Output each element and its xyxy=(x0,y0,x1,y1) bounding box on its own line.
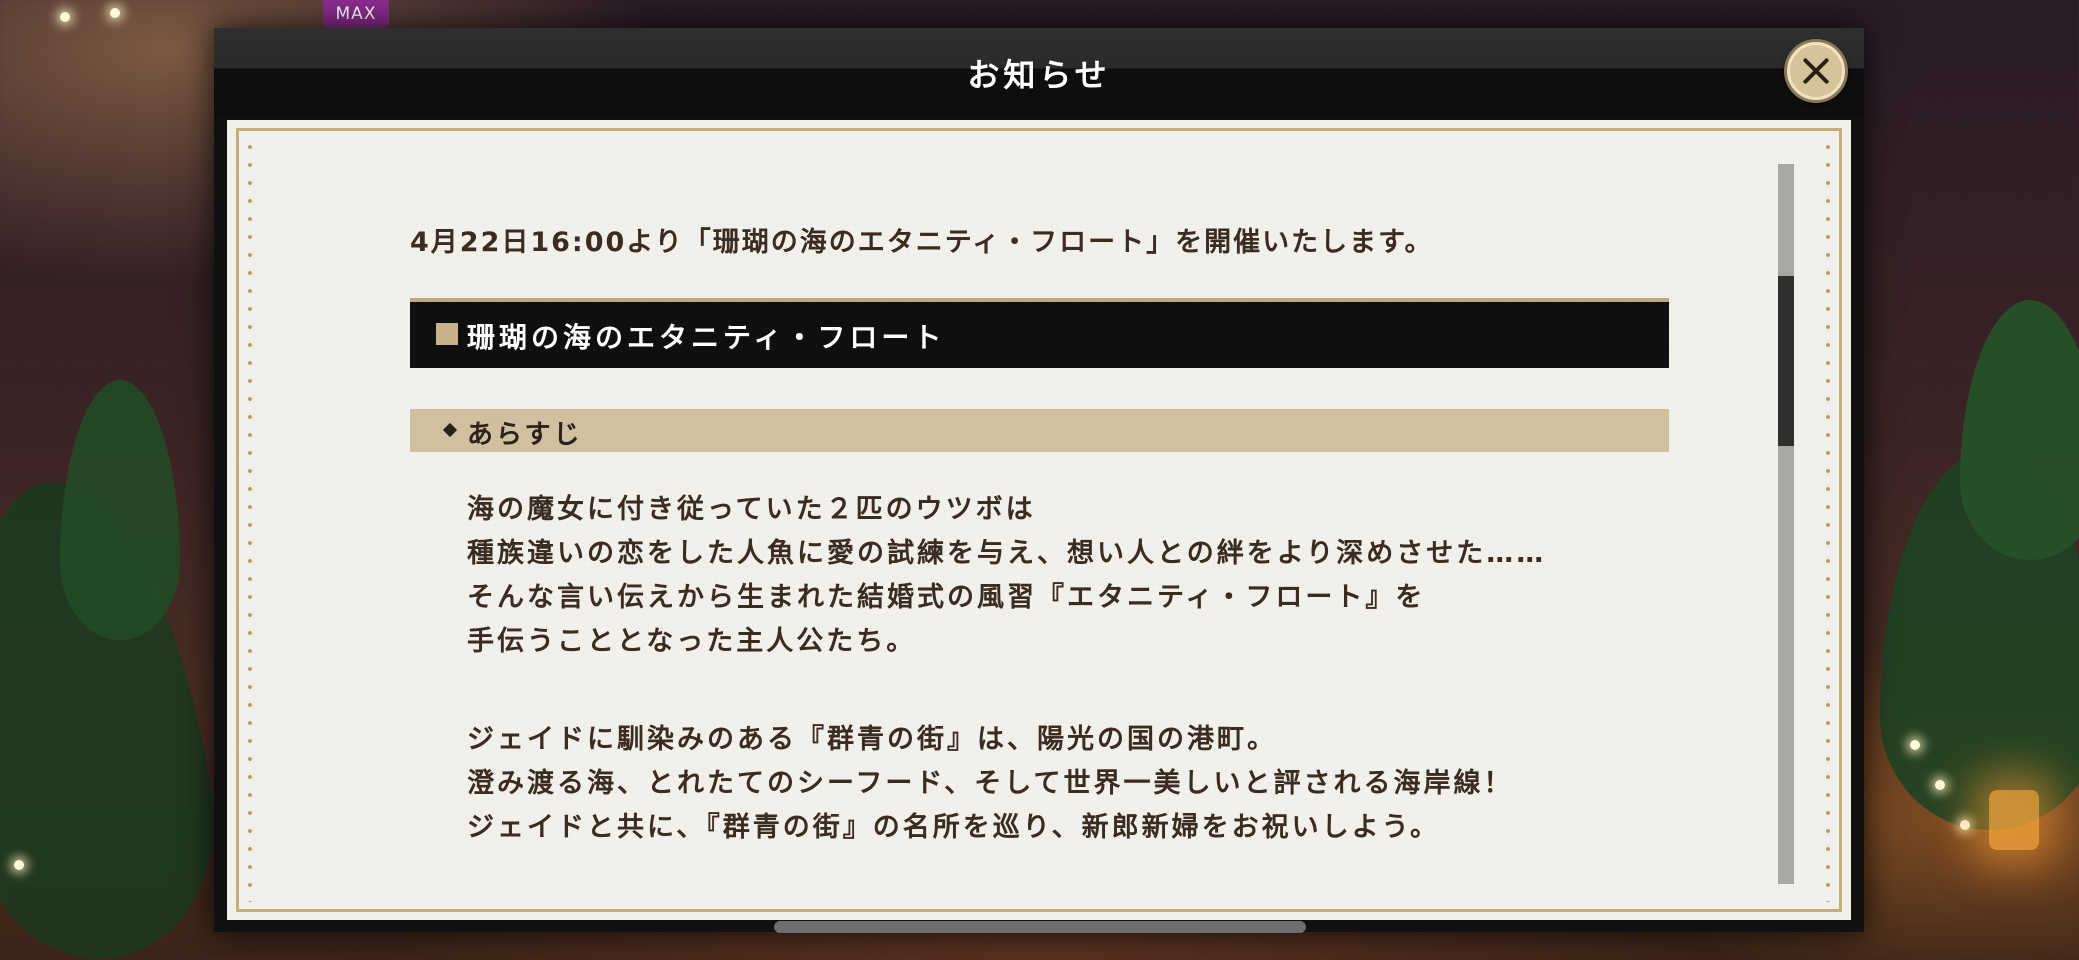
diamond-bullet-icon xyxy=(442,422,458,438)
subsection-title: あらすじ xyxy=(467,420,583,450)
notice-intro: 4月22日16:00より「珊瑚の海のエタニティ・フロート」を開催いたします。 xyxy=(410,227,1434,258)
close-icon xyxy=(1801,56,1831,86)
modal-header: お知らせ xyxy=(214,28,1864,118)
modal-title: お知らせ xyxy=(967,56,1111,94)
max-badge: MAX xyxy=(323,0,389,28)
synopsis-line: 澄み渡る海、とれたてのシーフード、そして世界一美しいと評される海岸線！ xyxy=(467,768,1514,799)
notice-body: 4月22日16:00より「珊瑚の海のエタニティ・フロート」を開催いたします。 珊… xyxy=(227,120,1851,920)
section-header: 珊瑚の海のエタニティ・フロート xyxy=(410,298,1669,368)
synopsis-line: ジェイドと共に、『群青の街』の名所を巡り、新郎新婦をお祝いしよう。 xyxy=(467,812,1440,843)
synopsis-line: 種族違いの恋をした人魚に愛の試練を与え、想い人との絆をより深めさせた…… xyxy=(467,538,1547,569)
home-indicator[interactable] xyxy=(774,921,1306,933)
synopsis-line: 手伝うこととなった主人公たち。 xyxy=(467,626,917,657)
notice-modal: お知らせ 4月22日16:00より「珊瑚の海のエタニティ・フロート」を開催いたし… xyxy=(214,28,1864,932)
scrollbar-thumb[interactable] xyxy=(1778,276,1794,446)
subsection-header: あらすじ xyxy=(410,409,1669,452)
close-button[interactable] xyxy=(1784,39,1848,103)
section-title: 珊瑚の海のエタニティ・フロート xyxy=(467,321,946,354)
string-light xyxy=(1935,780,1945,790)
lantern xyxy=(1989,790,2039,850)
background-plant xyxy=(60,380,180,640)
string-light xyxy=(60,12,70,22)
string-light xyxy=(110,8,120,18)
background-plant xyxy=(1960,300,2079,560)
synopsis-paragraph: 海の魔女に付き従っていた２匹のウツボは 種族違いの恋をした人魚に愛の試練を与え、… xyxy=(467,488,1546,664)
synopsis-line: ジェイドに馴染みのある『群青の街』は、陽光の国の港町。 xyxy=(467,724,1277,755)
square-bullet-icon xyxy=(436,323,458,345)
string-light xyxy=(14,860,24,870)
synopsis-line: 海の魔女に付き従っていた２匹のウツボは xyxy=(467,494,1036,525)
synopsis-line: そんな言い伝えから生まれた結婚式の風習『エタニティ・フロート』を xyxy=(467,582,1426,613)
scrollbar-track[interactable] xyxy=(1778,164,1794,884)
synopsis-paragraph: ジェイドに馴染みのある『群青の街』は、陽光の国の港町。 澄み渡る海、とれたてのシ… xyxy=(467,718,1514,850)
notice-content-panel[interactable]: 4月22日16:00より「珊瑚の海のエタニティ・フロート」を開催いたします。 珊… xyxy=(227,120,1851,920)
string-light xyxy=(1960,820,1970,830)
string-light xyxy=(1910,740,1920,750)
